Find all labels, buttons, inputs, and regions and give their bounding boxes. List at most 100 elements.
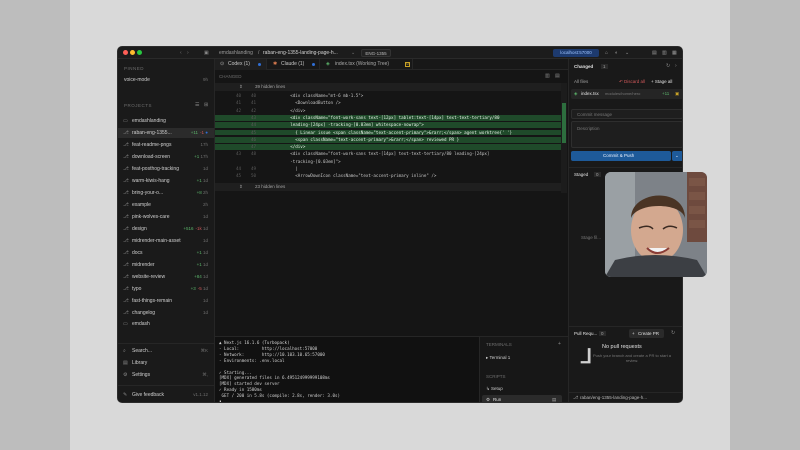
layout-bottom-icon[interactable]: ▥	[662, 50, 667, 56]
project-row[interactable]: ▭ emdashlanding	[118, 116, 214, 126]
minimize-window-button[interactable]	[130, 50, 135, 55]
branch-item[interactable]: ⎇ changelog 1d	[118, 308, 214, 318]
close-window-button[interactable]	[123, 50, 128, 55]
feedback-row[interactable]: ✎ Give feedback v1.1.12	[118, 390, 214, 400]
terminal-line: [MDX] started dev server	[219, 381, 280, 387]
line-code: <div className="font-work-sans text-[14p…	[265, 151, 490, 157]
stage-all-button[interactable]: + Stage all	[651, 79, 672, 84]
unified-view-icon[interactable]: ▤	[555, 73, 560, 79]
branch-item[interactable]: ⎇ download-screen +1 17h	[118, 152, 214, 162]
discard-all-button[interactable]: ↶ Discard all	[619, 79, 645, 85]
branch-icon: ⎇	[123, 238, 129, 244]
webcam-overlay	[605, 172, 707, 277]
changed-file-row[interactable]: ◈ index.tsx modules/home/hero +11 ▣	[571, 89, 682, 99]
diff-line: 44 49 |	[215, 166, 561, 172]
ticket-badge[interactable]: ENG-1355	[361, 49, 391, 57]
project-name-emdash: emdash	[132, 321, 150, 327]
globe-icon[interactable]: ⌂	[605, 50, 608, 56]
chevron-down-icon[interactable]: ⌄	[351, 50, 355, 56]
branch-icon: ⎇	[123, 274, 129, 280]
branch-item[interactable]: ⎇ bring-your-o... +8 2h	[118, 188, 214, 198]
terminal-panel: ▲ Next.js 16.1.6 (Turbopack) - Local: htt…	[215, 336, 568, 402]
description-input[interactable]: Description	[571, 121, 682, 148]
localhost-button[interactable]: localhost:57000	[553, 49, 599, 57]
branch-additions: +11	[190, 130, 198, 135]
chevron-right-icon[interactable]: ›	[675, 63, 677, 69]
branch-item[interactable]: ⎇ design +516 -1k 1d	[118, 224, 214, 234]
refresh-icon[interactable]: ↻	[666, 63, 670, 69]
branch-item[interactable]: ⎇ pink-wolves-care 1d	[118, 212, 214, 222]
line-code: <div className="font-work-sans text-[12p…	[265, 114, 500, 120]
new-folder-icon[interactable]: ⊞	[204, 102, 208, 108]
branch-name: feat-readme-pngs	[132, 142, 172, 148]
library-icon: ▤	[123, 360, 128, 366]
branch-icon: ⎇	[123, 286, 129, 292]
line-number-new: 47	[250, 144, 256, 150]
breadcrumb-branch[interactable]: raban-eng-1355-landing-page-h...	[263, 50, 338, 56]
discard-all-label: Discard all	[624, 79, 646, 84]
app-switch-icon[interactable]: ◐	[615, 50, 618, 56]
branch-item[interactable]: ⎇ feat-posthog-tracking 1d	[118, 164, 214, 174]
line-number-old: 40	[235, 93, 241, 98]
branch-item[interactable]: ⎇ midrender +1 1d	[118, 260, 214, 270]
stop-icon[interactable]: ▤	[552, 397, 556, 402]
branch-item[interactable]: ⎇ fast-things-remain 1d	[118, 296, 214, 306]
line-code: <span className="text-accent-primary">&r…	[265, 136, 460, 142]
branch-deletions: -1k	[195, 226, 202, 231]
tab-codex[interactable]: ⊙ Codex (1)	[215, 59, 267, 70]
refresh-icon[interactable]: ↻	[671, 330, 675, 336]
back-arrow-icon[interactable]: ‹	[180, 50, 182, 56]
all-files-toggle[interactable]: All files	[574, 79, 588, 84]
pr-count: 0	[599, 331, 606, 336]
settings-row[interactable]: ⚙ Settings ⌘,	[118, 370, 214, 380]
hidden-lines-top[interactable]: ⇕ 39 hidden lines	[215, 83, 561, 91]
branch-item[interactable]: ⎇ example 2h	[118, 200, 214, 210]
script-run[interactable]: ⚙ Run ▤	[482, 395, 562, 402]
version-label: v1.1.12	[193, 392, 208, 397]
create-pr-button[interactable]: + Create PR	[629, 329, 664, 338]
project-name: emdashlanding	[132, 118, 166, 124]
plus-icon[interactable]: +	[558, 341, 561, 347]
branch-item[interactable]: ⎇ website-review +84 1d	[118, 272, 214, 282]
script-setup[interactable]: ↳ Setup	[486, 386, 503, 392]
breadcrumb-repo[interactable]: emdashlanding	[219, 50, 253, 56]
tab-index-tsx[interactable]: ◈ index.tsx (Working Tree) M	[321, 59, 413, 70]
projects-header: PROJECTS	[124, 103, 153, 108]
branch-item[interactable]: ⎇ docs +1 1d	[118, 248, 214, 258]
layout-left-icon[interactable]: ▤	[652, 50, 657, 56]
branch-item[interactable]: ⎇ typo +3 -5 1d	[118, 284, 214, 294]
search-icon: ⌕	[123, 348, 126, 354]
chevron-down-icon[interactable]: ⌄	[625, 50, 629, 56]
commit-options-button[interactable]: ⌄	[672, 151, 682, 161]
zoom-window-button[interactable]	[137, 50, 142, 55]
branch-item[interactable]: ⎇ feat-readme-pngs 17h	[118, 140, 214, 150]
backdrop-left	[0, 0, 70, 450]
branch-item[interactable]: ⎇ midrender-main-asset 1d	[118, 236, 214, 246]
sidebar-toggle-icon[interactable]: ▣	[204, 50, 209, 56]
line-code: </div>	[265, 107, 306, 113]
filter-icon[interactable]: ☰	[195, 102, 199, 108]
hidden-lines-bottom[interactable]: ⇕ 23 hidden lines	[215, 183, 561, 191]
project-row-emdash[interactable]: ▭ emdash	[118, 319, 214, 329]
branch-icon: ⎇	[123, 130, 129, 136]
sidebar: PINNED voice-mode 9h PROJECTS ☰ ⊞ ▭ emdas…	[118, 59, 215, 402]
commit-push-button[interactable]: Commit & Push	[571, 151, 671, 161]
branch-item[interactable]: ⎇ warm-kiwis-hang +1 1d	[118, 176, 214, 186]
tab-claude[interactable]: ✱ Claude (1)	[268, 59, 320, 70]
layout-right-icon[interactable]: ▦	[672, 50, 677, 56]
pinned-item[interactable]: voice-mode 9h	[118, 75, 214, 85]
forward-arrow-icon[interactable]: ›	[187, 50, 189, 56]
branch-item[interactable]: ⎇ raban-eng-1355... +11 -1 ●	[118, 128, 214, 138]
diff-scrollbar[interactable]	[561, 83, 567, 193]
bottom-branch[interactable]: raban/eng-1355-landing-page-h...	[580, 395, 647, 400]
script-icon: ↳	[486, 386, 490, 391]
feedback-icon: ✎	[123, 392, 128, 398]
library-row[interactable]: ▤ Library	[118, 358, 214, 368]
script-run-label: Run	[493, 397, 502, 402]
commit-message-input[interactable]: Commit message	[571, 109, 682, 119]
branch-name: raban-eng-1355...	[132, 130, 172, 136]
breadcrumb-separator: /	[258, 50, 260, 56]
terminal-item[interactable]: ▸ Terminal 1	[486, 355, 510, 361]
search-row[interactable]: ⌕ Search... ⌘K	[118, 346, 214, 356]
split-view-icon[interactable]: ▥	[545, 73, 550, 79]
